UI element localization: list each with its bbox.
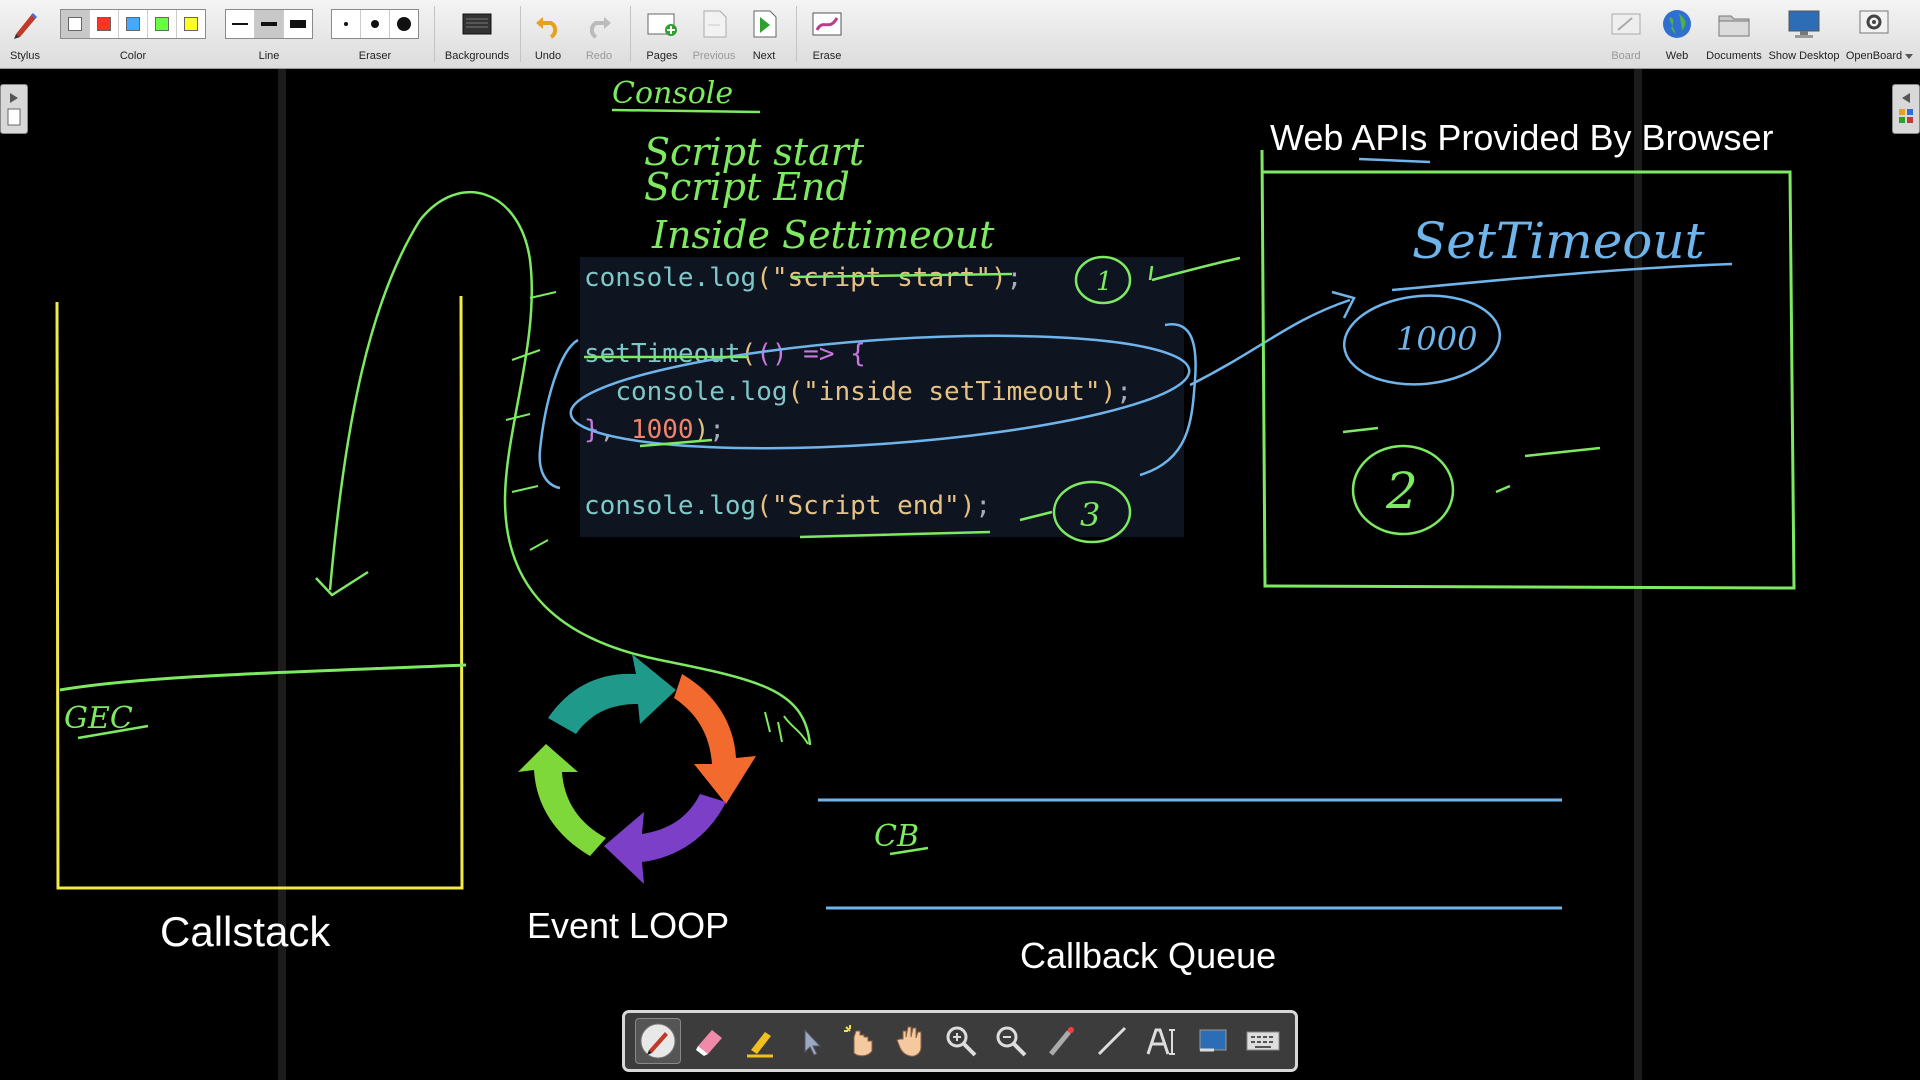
zoom-in-tool[interactable]: [939, 1019, 983, 1063]
highlighter-icon: [746, 1032, 773, 1058]
callback-queue-label: Callback Queue: [1020, 935, 1277, 976]
arrow-pointer-icon: [804, 1028, 822, 1056]
text-icon: [1146, 1028, 1176, 1055]
hand-tool[interactable]: [889, 1019, 933, 1063]
callstack-label: Callstack: [160, 908, 331, 955]
capture-tool[interactable]: [1191, 1019, 1235, 1063]
hw-1000: 1000: [1396, 320, 1477, 358]
callstack-box: [55, 295, 464, 890]
drawing-tools-bar: [622, 1010, 1298, 1072]
gec-divider: [59, 663, 467, 692]
line-draw-icon: [1097, 1026, 1127, 1056]
hw-log-inside-settimeout: Inside Settimeout: [651, 213, 995, 257]
eraser-tool[interactable]: [687, 1019, 731, 1063]
arrow-to-webapi: [1189, 298, 1351, 387]
interact-tool[interactable]: [838, 1019, 882, 1063]
selector-tool[interactable]: [788, 1019, 832, 1063]
hw-step-2: 2: [1385, 462, 1418, 520]
open-hand-icon: [895, 1026, 922, 1057]
eraser-icon: [696, 1030, 723, 1056]
web-apis-title: Web APIs Provided By Browser: [1270, 117, 1774, 158]
hw-cb: CB: [874, 819, 919, 854]
laser-pointer-icon: [1048, 1027, 1074, 1056]
pen-icon: [640, 1023, 676, 1059]
event-loop-label: Event LOOP: [527, 905, 730, 946]
text-tool[interactable]: [1140, 1019, 1184, 1063]
capture-icon: [1199, 1029, 1227, 1052]
hw-step-3: 3: [1080, 496, 1100, 534]
keyboard-icon: [1246, 1031, 1280, 1051]
flow-arc: [328, 191, 812, 746]
laser-pointer-tool[interactable]: [1040, 1019, 1084, 1063]
hw-settimeout: SetTimeout: [1412, 212, 1706, 270]
hw-console: Console: [612, 76, 733, 111]
pointing-hand-icon: [844, 1025, 873, 1057]
hw-step-1: 1: [1096, 267, 1113, 297]
flow-arrow-head: [315, 570, 369, 597]
pen-tool[interactable]: [635, 1018, 681, 1064]
code-bracket-left: [538, 338, 579, 490]
zoom-out-tool[interactable]: [989, 1019, 1033, 1063]
hw-log-script-end: Script End: [644, 165, 850, 209]
event-loop-icon: [518, 654, 756, 884]
line-tool[interactable]: [1090, 1019, 1134, 1063]
zoom-out-icon: [996, 1026, 1027, 1057]
zoom-in-icon: [946, 1026, 977, 1057]
virtual-keyboard-tool[interactable]: [1241, 1019, 1285, 1063]
highlighter-tool[interactable]: [738, 1019, 782, 1063]
